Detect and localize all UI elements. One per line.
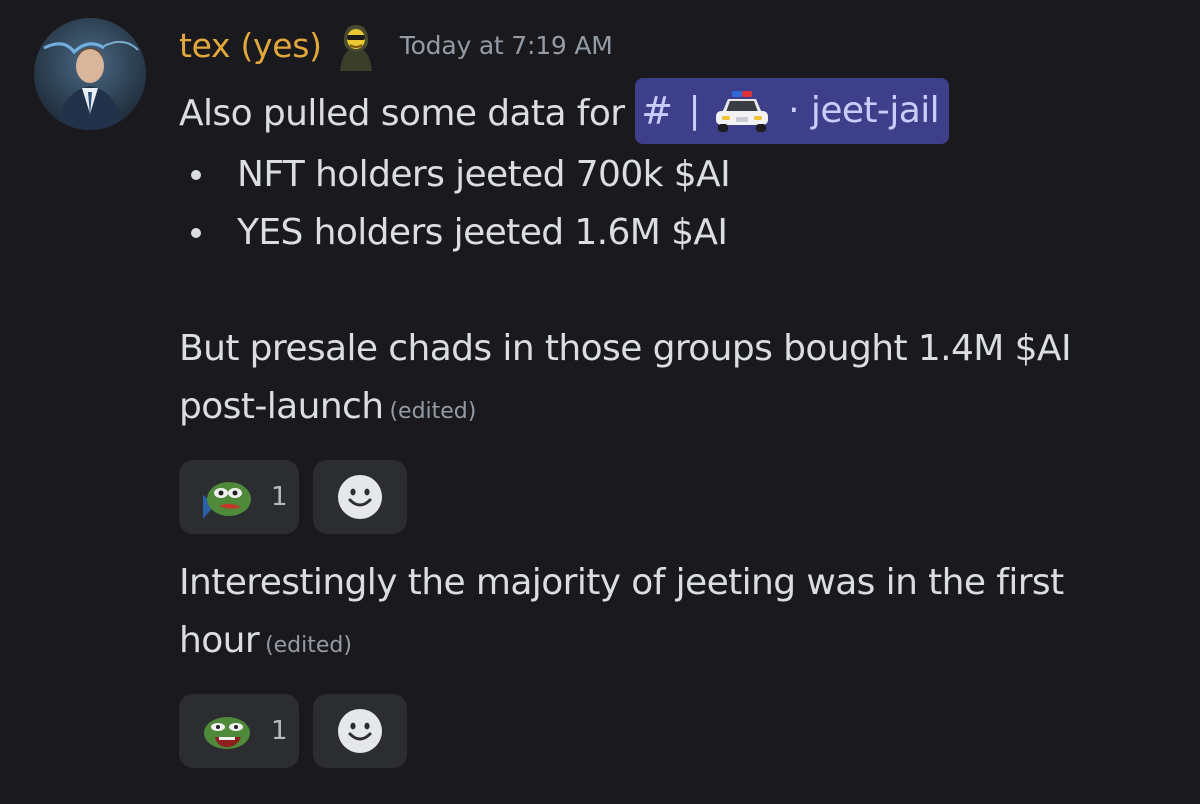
police-car-icon [716, 91, 769, 132]
message-line: post-launch (edited) [179, 378, 476, 441]
message-header: tex (yes) Today at 7:19 AM [179, 18, 613, 72]
channel-name: jeet-jail [810, 90, 940, 131]
message-text: hour [179, 620, 260, 661]
smiley-icon [338, 475, 382, 519]
avatar[interactable] [34, 18, 146, 130]
channel-mention[interactable]: # | · jeet-jail [635, 78, 949, 144]
reaction-pepe-angry[interactable]: 1 [179, 694, 299, 768]
message-text: Interestingly the majority of jeeting wa… [179, 562, 1064, 603]
message-line: hour (edited) [179, 612, 352, 675]
reaction-count: 1 [271, 716, 288, 746]
add-reaction-button[interactable] [313, 460, 407, 534]
chat-message: tex (yes) Today at 7:19 AM Also pulled s… [0, 0, 1200, 804]
message-text: But presale chads in those groups bought… [179, 328, 1072, 369]
message-line: Interestingly the majority of jeeting wa… [179, 554, 1064, 612]
reaction-bar: 1 [179, 460, 407, 534]
pepe-angry-emoji-icon [204, 717, 250, 749]
reaction-count: 1 [271, 482, 288, 512]
channel-dot: · [788, 90, 799, 131]
edited-label: (edited) [389, 399, 477, 424]
list-item: NFT holders jeeted 700k $AI [179, 146, 731, 204]
edited-label: (edited) [265, 633, 352, 658]
reaction-bar: 1 [179, 694, 407, 768]
message-text: post-launch [179, 386, 384, 427]
bullet-icon [191, 228, 201, 238]
timestamp: Today at 7:19 AM [399, 30, 613, 60]
list-item-text: YES holders jeeted 1.6M $AI [237, 212, 728, 253]
message-line: Also pulled some data for # | · jeet-jail [179, 78, 949, 148]
reaction-pepe-sad[interactable]: 1 [179, 460, 299, 534]
smiley-icon [338, 709, 382, 753]
channel-hash-icon: # [641, 89, 673, 133]
message-text: Also pulled some data for [179, 93, 636, 134]
channel-separator: | [688, 90, 701, 131]
list-item: YES holders jeeted 1.6M $AI [179, 204, 728, 262]
pepe-sad-emoji-icon [203, 482, 251, 519]
add-reaction-button[interactable] [313, 694, 407, 768]
list-item-text: NFT holders jeeted 700k $AI [237, 154, 731, 195]
role-badge-icon [339, 25, 372, 71]
message-line: But presale chads in those groups bought… [179, 320, 1072, 378]
username[interactable]: tex (yes) [179, 26, 322, 65]
bullet-icon [191, 170, 201, 180]
